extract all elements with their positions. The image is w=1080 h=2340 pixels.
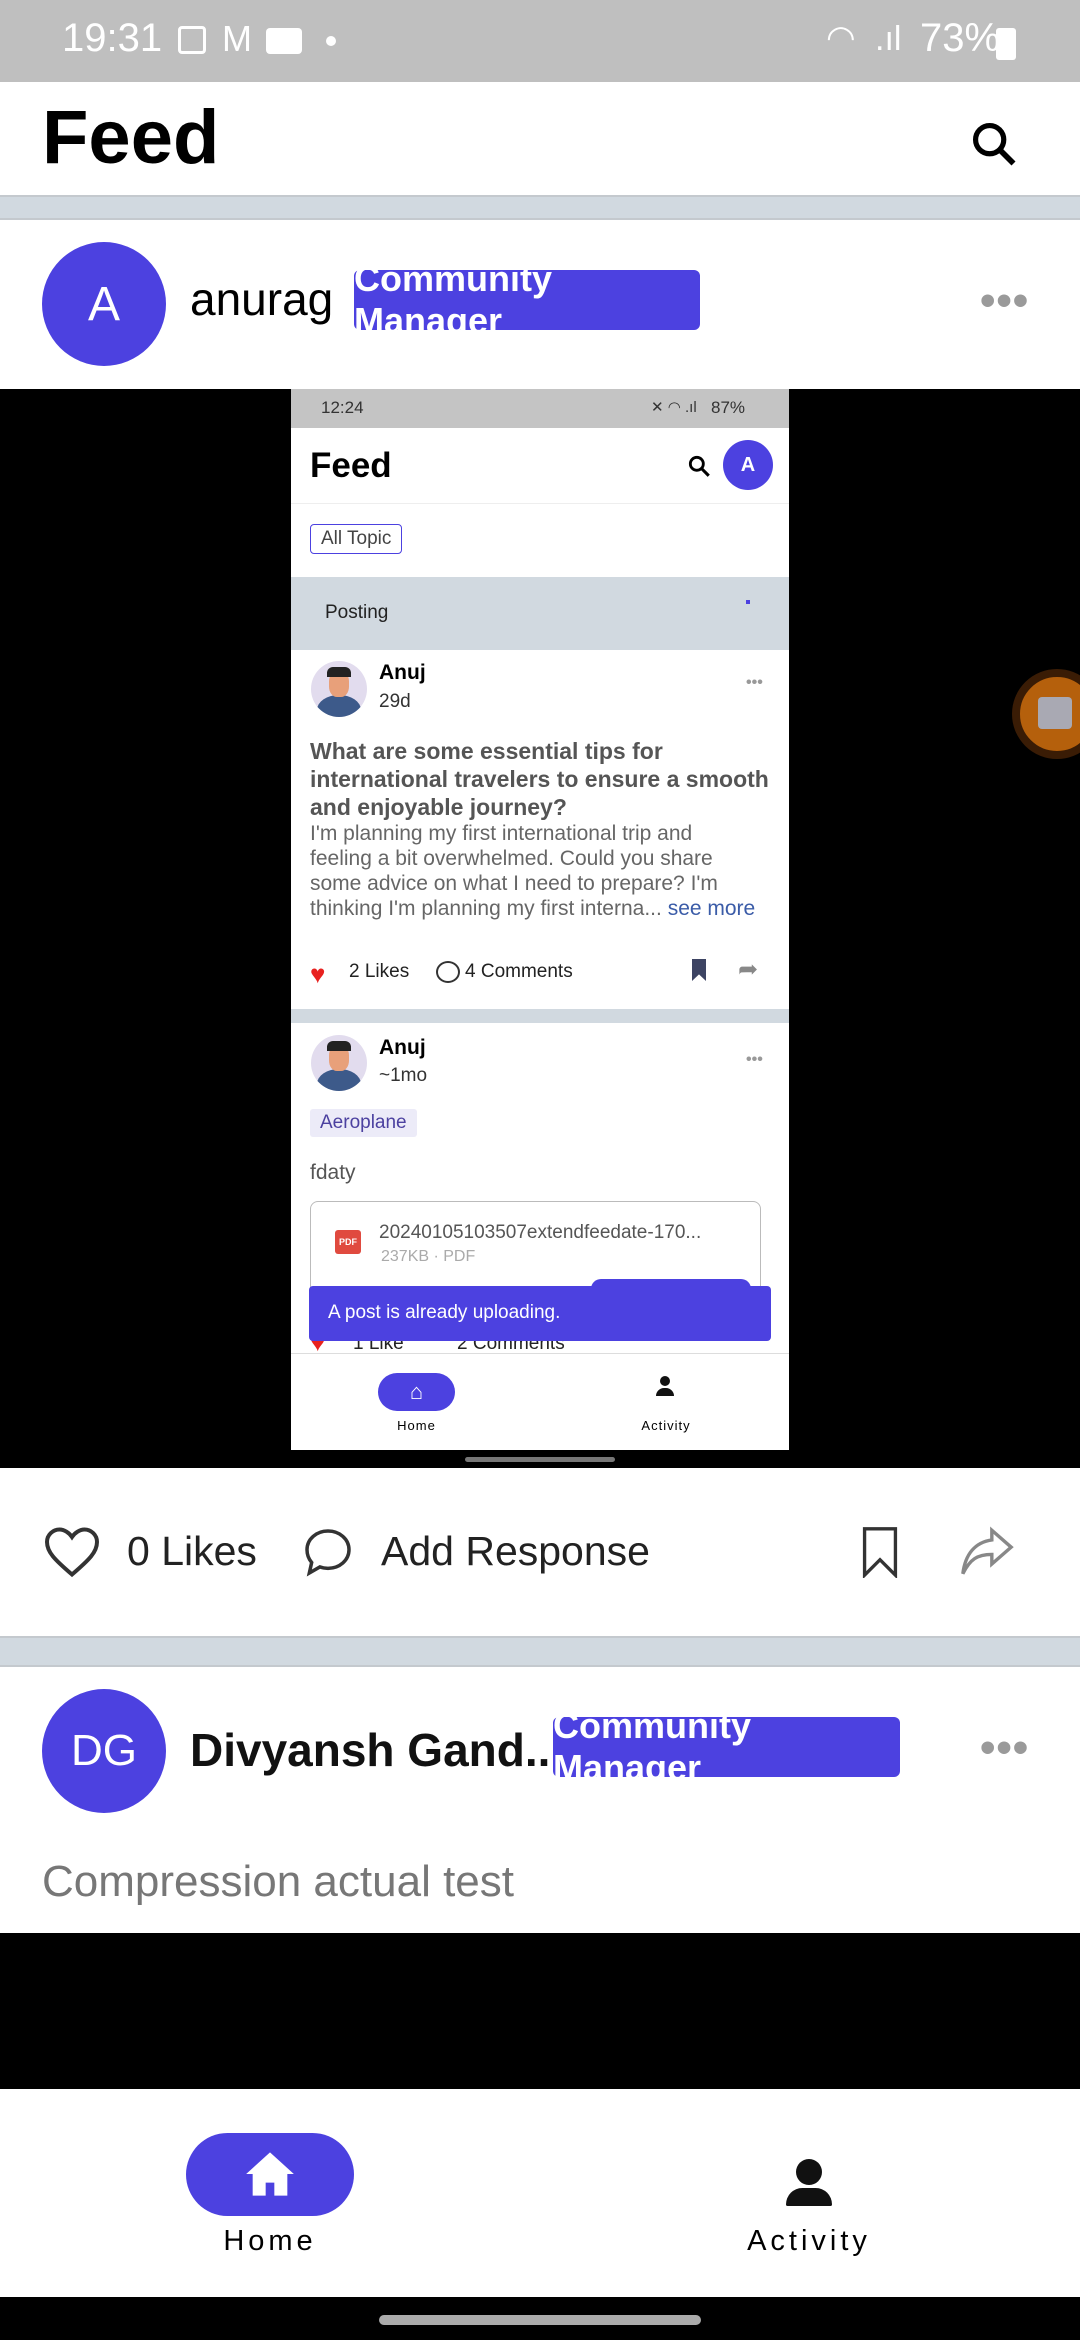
post-author: Anuj <box>379 1036 426 1059</box>
divider <box>291 1009 789 1023</box>
battery-text: 73% <box>920 16 1001 60</box>
dot-icon <box>326 36 336 46</box>
inner-nav-home: Home <box>397 1418 436 1433</box>
user-avatar <box>311 1035 367 1091</box>
progress-dot <box>746 600 750 604</box>
post-author: Anuj <box>379 661 426 684</box>
inner-title: Feed <box>310 446 392 485</box>
inner-header: Feed A <box>291 428 789 504</box>
divider <box>0 195 1080 220</box>
more-options-icon[interactable]: ••• <box>980 276 1029 326</box>
attachment-meta: 237KB · PDF <box>381 1248 476 1265</box>
posting-bar: Posting <box>291 577 789 650</box>
inner-bottom-nav: ⌂ Home Activity <box>291 1353 789 1450</box>
page-title: Feed <box>42 95 220 180</box>
role-badge: Community Manager <box>553 1705 900 1788</box>
home-icon <box>246 2152 294 2196</box>
battery-icon <box>996 28 1016 60</box>
toast-message: A post is already uploading. <box>309 1286 771 1341</box>
nav-home-label[interactable]: Home <box>186 2225 354 2258</box>
avatar[interactable]: DG <box>42 1689 166 1813</box>
comment-icon[interactable] <box>300 1524 356 1580</box>
home-indicator <box>465 1457 615 1462</box>
inner-battery: 87% <box>711 398 746 417</box>
image-icon <box>178 26 206 54</box>
role-badge: Community Manager <box>354 258 700 341</box>
signal-icon: .ıl <box>875 20 902 58</box>
inner-avatar: A <box>723 440 773 490</box>
app-header: Feed <box>0 82 1080 195</box>
author-name[interactable]: Divyansh Gand... <box>190 1723 563 1777</box>
more-options-icon: ••• <box>746 674 763 691</box>
topic-chip: Aeroplane <box>310 1109 417 1137</box>
likes-button[interactable]: 0 Likes <box>127 1528 257 1575</box>
attachment-name: 20240105103507extendfeedate-170... <box>379 1222 702 1243</box>
inner-time: 12:24 <box>321 398 364 417</box>
post-time: ~1mo <box>379 1065 428 1086</box>
likes-count: 2 Likes <box>349 961 410 982</box>
avatar[interactable]: A <box>42 242 166 366</box>
heart-icon[interactable] <box>42 1524 102 1580</box>
bottom-nav: Home Activity <box>0 2089 1080 2297</box>
search-icon[interactable] <box>968 118 1020 170</box>
pdf-icon: PDF <box>335 1230 361 1254</box>
home-icon: ⌂ <box>378 1373 455 1411</box>
post-time: 29d <box>379 691 411 712</box>
author-name[interactable]: anurag <box>190 272 333 326</box>
comments-count: 4 Comments <box>465 961 573 982</box>
screen-record-icon[interactable] <box>1012 669 1080 759</box>
more-options-icon[interactable]: ••• <box>980 1723 1029 1773</box>
video-frame-screenshot: 12:24 ✕ ◠ .ıl 87% Feed A All Topic Posti… <box>291 389 789 1450</box>
video-player[interactable] <box>0 1933 1080 2089</box>
heart-filled-icon: ♥ <box>310 959 326 989</box>
posting-label: Posting <box>325 602 389 623</box>
gmail-icon: M <box>222 18 252 59</box>
topic-filter-chip: All Topic <box>310 524 403 554</box>
user-avatar <box>311 661 367 717</box>
wifi-icon: ◠ <box>826 19 856 57</box>
person-icon[interactable] <box>786 2159 832 2206</box>
gesture-handle[interactable] <box>379 2315 701 2325</box>
status-bar: 19:31 M ◠ .ıl 73% <box>0 0 1080 82</box>
video-icon <box>266 28 302 54</box>
search-icon <box>688 455 710 477</box>
inner-status-icons: ✕ ◠ .ıl <box>651 399 697 416</box>
person-icon <box>656 1376 674 1398</box>
post-actions: 0 Likes Add Response <box>0 1468 1080 1636</box>
nav-home[interactable] <box>186 2133 354 2216</box>
more-options-icon: ••• <box>746 1051 763 1068</box>
post-header: DG Divyansh Gand... Community Manager ••… <box>0 1667 1080 1933</box>
post-text: Compression actual test <box>42 1857 514 1906</box>
nav-activity-label[interactable]: Activity <box>709 2225 909 2258</box>
bookmark-filled-icon <box>692 959 706 981</box>
post-text: fdaty <box>310 1161 356 1184</box>
share-icon: ➦ <box>738 956 759 983</box>
post-body: I'm planning my first international trip… <box>310 822 756 920</box>
inner-status-bar: 12:24 ✕ ◠ .ıl 87% <box>291 389 789 428</box>
post-title: What are some essential tips for internat… <box>310 738 769 820</box>
add-response-button[interactable]: Add Response <box>381 1528 650 1575</box>
inner-nav-activity: Activity <box>641 1418 691 1433</box>
status-time: 19:31 <box>62 16 163 60</box>
bookmark-icon[interactable] <box>862 1526 898 1578</box>
see-more-link: see more <box>667 897 756 920</box>
post-header: A anurag Community Manager ••• <box>0 220 1080 389</box>
divider <box>0 1636 1080 1667</box>
share-icon[interactable] <box>958 1524 1016 1580</box>
system-nav-bar <box>0 2297 1080 2340</box>
comment-icon <box>436 961 460 983</box>
